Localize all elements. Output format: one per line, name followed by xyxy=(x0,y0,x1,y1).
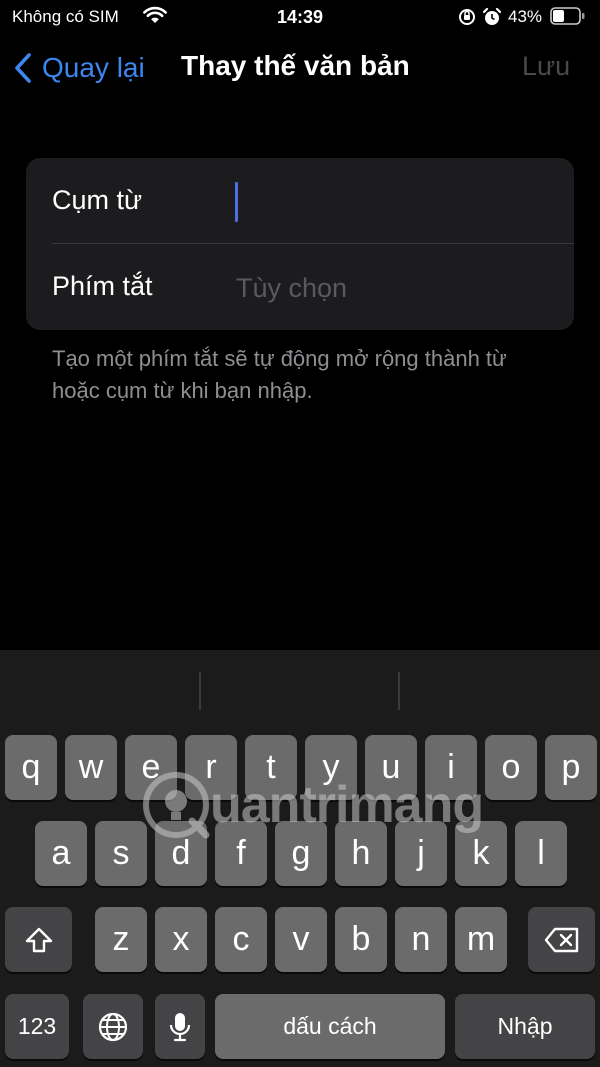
back-button[interactable]: Quay lại xyxy=(14,48,145,88)
key-r[interactable]: r xyxy=(185,735,237,800)
keyboard: q w e r t y u i o p a s d f g h j k l z x c v b n m 123 dấu cách Nhậ… xyxy=(0,650,600,1067)
shift-key[interactable] xyxy=(5,907,72,972)
key-x[interactable]: x xyxy=(155,907,207,972)
key-a-label: a xyxy=(51,834,71,872)
key-z-label: z xyxy=(112,920,130,958)
alarm-icon xyxy=(482,7,502,32)
key-g[interactable]: g xyxy=(275,821,327,886)
battery-icon xyxy=(550,7,586,25)
key-o[interactable]: o xyxy=(485,735,537,800)
key-t[interactable]: t xyxy=(245,735,297,800)
key-u-label: u xyxy=(381,748,401,786)
globe-icon xyxy=(97,1011,129,1043)
key-l[interactable]: l xyxy=(515,821,567,886)
battery-percentage: 43% xyxy=(508,7,543,26)
key-o-label: o xyxy=(501,748,521,786)
key-n[interactable]: n xyxy=(395,907,447,972)
numbers-key-label: 123 xyxy=(17,1013,57,1039)
shortcut-label: Phím tắt xyxy=(52,271,153,301)
key-d[interactable]: d xyxy=(155,821,207,886)
form-card: Cụm từ Phím tắt Tùy chọn xyxy=(26,158,574,330)
key-d-label: d xyxy=(171,834,191,872)
key-p[interactable]: p xyxy=(545,735,597,800)
space-key-label: dấu cách xyxy=(283,1013,377,1039)
key-j[interactable]: j xyxy=(395,821,447,886)
globe-key[interactable] xyxy=(83,994,143,1059)
key-k-label: k xyxy=(472,834,490,872)
key-p-label: p xyxy=(561,748,581,786)
suggestion-divider xyxy=(398,672,400,710)
shift-icon xyxy=(24,926,54,954)
key-s-label: s xyxy=(112,834,130,872)
key-g-label: g xyxy=(291,834,311,872)
key-h[interactable]: h xyxy=(335,821,387,886)
key-u[interactable]: u xyxy=(365,735,417,800)
chevron-left-icon xyxy=(15,53,31,83)
key-z[interactable]: z xyxy=(95,907,147,972)
key-b-label: b xyxy=(351,920,371,958)
back-button-label: Quay lại xyxy=(42,52,145,83)
status-bar: Không có SIM 14:39 43% xyxy=(0,0,600,34)
key-i-label: i xyxy=(447,748,455,786)
key-f-label: f xyxy=(236,834,246,872)
key-t-label: t xyxy=(266,748,276,786)
key-b[interactable]: b xyxy=(335,907,387,972)
key-x-label: x xyxy=(172,920,190,958)
key-r-label: r xyxy=(205,748,217,786)
key-c-label: c xyxy=(232,920,250,958)
phrase-row[interactable]: Cụm từ xyxy=(26,158,574,244)
key-v[interactable]: v xyxy=(275,907,327,972)
shortcut-input[interactable]: Tùy chọn xyxy=(236,273,347,304)
key-q[interactable]: q xyxy=(5,735,57,800)
key-s[interactable]: s xyxy=(95,821,147,886)
key-w-label: w xyxy=(78,748,104,786)
key-h-label: h xyxy=(351,834,371,872)
suggestion-divider xyxy=(199,672,201,710)
microphone-key[interactable] xyxy=(155,994,205,1059)
delete-icon xyxy=(544,927,580,953)
key-c[interactable]: c xyxy=(215,907,267,972)
footer-note: Tạo một phím tắt sẽ tự động mở rộng thàn… xyxy=(52,346,507,403)
key-q-label: q xyxy=(21,748,41,786)
space-key[interactable]: dấu cách xyxy=(215,994,445,1059)
delete-key[interactable] xyxy=(528,907,595,972)
shortcut-row[interactable]: Phím tắt Tùy chọn xyxy=(26,244,574,330)
key-w[interactable]: w xyxy=(65,735,117,800)
key-i[interactable]: i xyxy=(425,735,477,800)
page-title: Thay thế văn bản xyxy=(181,50,410,81)
key-y[interactable]: y xyxy=(305,735,357,800)
key-e[interactable]: e xyxy=(125,735,177,800)
numbers-key[interactable]: 123 xyxy=(5,994,69,1059)
key-l-label: l xyxy=(537,834,545,872)
key-j-label: j xyxy=(417,834,425,872)
save-button[interactable]: Lưu xyxy=(522,51,570,82)
key-m-label: m xyxy=(466,920,496,958)
key-y-label: y xyxy=(322,748,340,786)
key-n-label: n xyxy=(411,920,431,958)
microphone-icon xyxy=(169,1011,191,1043)
return-key[interactable]: Nhập xyxy=(455,994,595,1059)
return-key-label: Nhập xyxy=(497,1013,553,1039)
key-k[interactable]: k xyxy=(455,821,507,886)
key-m[interactable]: m xyxy=(455,907,507,972)
rotation-lock-icon xyxy=(458,8,476,31)
key-e-label: e xyxy=(141,748,161,786)
key-a[interactable]: a xyxy=(35,821,87,886)
text-cursor xyxy=(235,182,238,222)
key-f[interactable]: f xyxy=(215,821,267,886)
key-v-label: v xyxy=(292,920,310,958)
phrase-label: Cụm từ xyxy=(52,185,143,215)
